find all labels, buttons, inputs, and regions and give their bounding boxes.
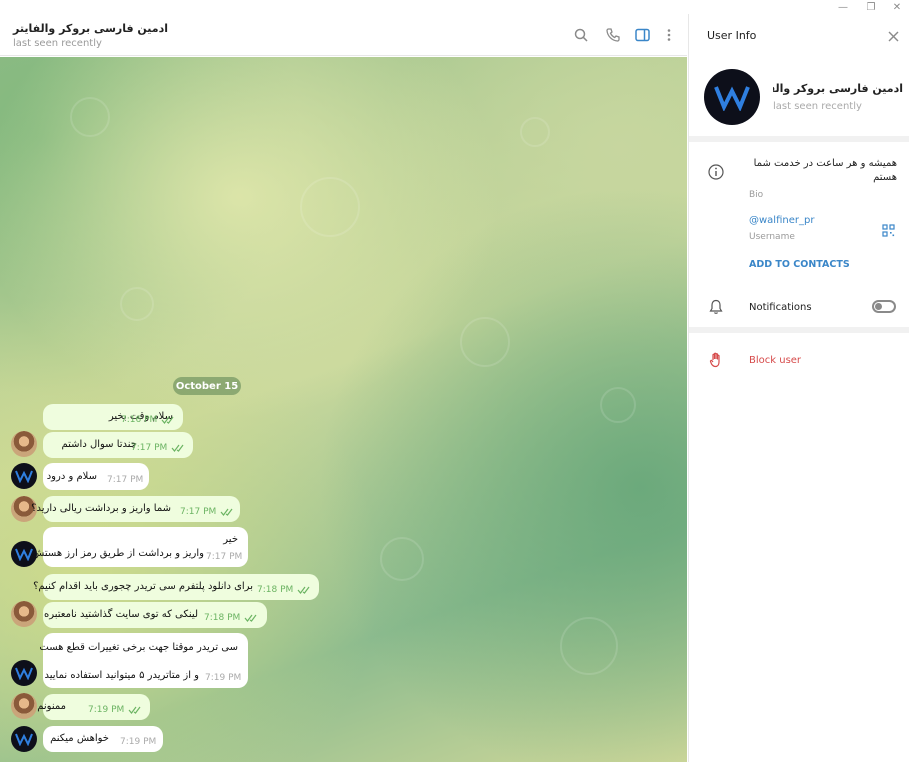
message-time: 7:17 PM xyxy=(131,443,168,453)
background-pattern xyxy=(380,537,424,581)
profile-avatar[interactable] xyxy=(704,69,760,125)
profile-name: ادمین فارسی بروکر والفا... xyxy=(773,82,903,95)
message-meta: 7:18 PM xyxy=(204,613,258,623)
message-time: 7:17 PM xyxy=(107,475,144,485)
background-pattern xyxy=(600,387,636,423)
double-check-icon xyxy=(161,416,174,424)
message-text-line2: واریز و برداشت از طریق رمز ارز هستش xyxy=(32,548,204,559)
notifications-toggle[interactable] xyxy=(872,300,896,313)
panel-title: User Info xyxy=(707,29,757,42)
message-meta: 7:16 PM xyxy=(121,415,175,425)
chat-title[interactable]: ادمین فارسی بروکر والفایتر xyxy=(13,22,168,35)
message-text: شما واریز و برداشت ریالی دارید؟ xyxy=(31,503,171,514)
chat-status: last seen recently xyxy=(13,38,102,49)
message-bubble-outgoing[interactable]: برای دانلود پلتفرم سی تریدر چجوری باید ا… xyxy=(33,574,319,600)
username-label: Username xyxy=(749,232,795,242)
toggle-knob xyxy=(875,303,882,310)
double-check-icon xyxy=(128,706,141,714)
double-check-icon xyxy=(244,614,257,622)
background-pattern xyxy=(520,117,550,147)
section-divider xyxy=(689,327,909,333)
phone-icon[interactable] xyxy=(604,26,622,44)
user-avatar[interactable] xyxy=(11,693,37,719)
message-text-line1: سی تریدر موقتا جهت برخی تغییرات قطع هست xyxy=(39,642,238,653)
message-time: 7:16 PM xyxy=(121,415,158,425)
walfiner-logo-icon xyxy=(15,733,33,746)
walfiner-logo-icon xyxy=(15,667,33,680)
close-window-button[interactable]: ✕ xyxy=(882,0,909,14)
message-bubble-outgoing[interactable]: شما واریز و برداشت ریالی دارید؟ 7:17 PM xyxy=(31,496,240,522)
admin-avatar[interactable] xyxy=(11,660,37,686)
notifications-label: Notifications xyxy=(749,302,812,313)
message-meta: 7:18 PM xyxy=(257,585,311,595)
background-pattern xyxy=(560,617,618,675)
double-check-icon xyxy=(297,586,310,594)
message-bubble-outgoing[interactable]: سلام وقت بخیر 7:16 PM xyxy=(43,404,183,430)
username[interactable]: @walfiner_pr xyxy=(749,215,814,226)
qr-code-icon[interactable] xyxy=(879,221,897,239)
search-icon[interactable] xyxy=(572,26,590,44)
message-meta: 7:17 PM xyxy=(180,507,234,517)
info-icon xyxy=(707,163,725,181)
message-time: 7:19 PM xyxy=(88,705,125,715)
message-meta: 7:17 PM xyxy=(131,443,185,453)
message-text: سلام و درود xyxy=(46,471,97,482)
chat-background[interactable]: October 15 سلام وقت بخیر 7:16 PM چندتا س… xyxy=(0,57,687,762)
message-time: 7:18 PM xyxy=(204,613,241,623)
bio-text[interactable]: همیشه و هر ساعت در خدمت شما هستم xyxy=(745,157,897,185)
telegram-window: — ❐ ✕ ادمین فارسی بروکر والفایتر last se… xyxy=(0,0,909,762)
message-time: 7:18 PM xyxy=(257,585,294,595)
more-menu-icon[interactable] xyxy=(660,26,678,44)
message-text: خواهش میکنم xyxy=(50,733,109,744)
bell-icon xyxy=(707,298,725,316)
walfiner-logo-icon xyxy=(15,470,33,483)
message-bubble-outgoing[interactable]: لینکی که توی سایت گذاشتید نامعتبره 7:18 … xyxy=(43,602,267,628)
message-text: چندتا سوال داشتم xyxy=(61,439,137,450)
message-bubble-incoming[interactable]: سلام و درود 7:17 PM xyxy=(43,463,149,490)
message-bubble-incoming[interactable]: سی تریدر موقتا جهت برخی تغییرات قطع هست … xyxy=(39,633,248,688)
walfiner-logo-icon xyxy=(714,86,750,111)
walfiner-logo-icon xyxy=(15,548,33,561)
hand-stop-icon xyxy=(707,351,725,369)
message-text-line2: و از متاتریدر ۵ میتوانید استفاده نمایید xyxy=(44,670,200,681)
minimize-button[interactable]: — xyxy=(828,0,858,14)
background-pattern xyxy=(460,317,510,367)
message-bubble-outgoing[interactable]: چندتا سوال داشتم 7:17 PM xyxy=(43,432,193,458)
user-avatar[interactable] xyxy=(11,431,37,457)
profile-status: last seen recently xyxy=(773,101,862,112)
double-check-icon xyxy=(171,444,184,452)
admin-avatar[interactable] xyxy=(11,726,37,752)
user-avatar[interactable] xyxy=(11,601,37,627)
title-bar: — ❐ ✕ xyxy=(0,0,909,14)
message-bubble-incoming[interactable]: خواهش میکنم 7:19 PM xyxy=(43,726,163,752)
message-text: برای دانلود پلتفرم سی تریدر چجوری باید ا… xyxy=(33,581,253,592)
sidebar-toggle-icon[interactable] xyxy=(633,26,651,44)
message-text-line1: خیر xyxy=(223,534,238,545)
background-pattern xyxy=(120,287,154,321)
close-icon[interactable] xyxy=(885,28,901,44)
message-time: 7:17 PM xyxy=(206,552,243,562)
background-pattern xyxy=(70,97,110,137)
background-pattern xyxy=(300,177,360,237)
message-text: لینکی که توی سایت گذاشتید نامعتبره xyxy=(43,609,198,620)
admin-avatar[interactable] xyxy=(11,463,37,489)
date-separator: October 15 xyxy=(173,377,241,395)
message-time: 7:17 PM xyxy=(180,507,217,517)
user-info-panel: User Info ادمین فارسی بروکر والفا... las… xyxy=(688,14,909,762)
chat-header[interactable]: ادمین فارسی بروکر والفایتر last seen rec… xyxy=(0,14,687,56)
message-bubble-incoming[interactable]: خیر واریز و برداشت از طریق رمز ارز هستش … xyxy=(32,527,248,567)
bio-label: Bio xyxy=(749,190,764,200)
message-text: ممنونم xyxy=(37,701,66,712)
message-time: 7:19 PM xyxy=(205,673,242,683)
block-user-button[interactable]: Block user xyxy=(749,355,801,366)
double-check-icon xyxy=(220,508,233,516)
add-to-contacts-button[interactable]: ADD TO CONTACTS xyxy=(749,259,850,270)
message-bubble-outgoing[interactable]: ممنونم 7:19 PM xyxy=(37,694,150,720)
section-divider xyxy=(689,136,909,142)
message-meta: 7:19 PM xyxy=(88,705,142,715)
message-time: 7:19 PM xyxy=(120,737,157,747)
